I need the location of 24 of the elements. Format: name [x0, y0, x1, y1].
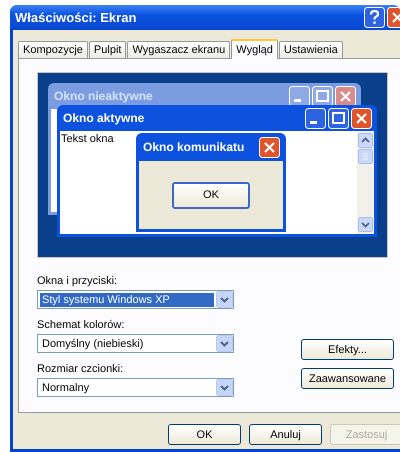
window-title: Okno nieaktywne — [54, 89, 153, 103]
dropdown-value: Normalny — [41, 380, 90, 394]
window-title: Okno komunikatu — [143, 140, 244, 154]
dropdown-value: Domyślny (niebieski) — [41, 336, 144, 350]
dialog-button[interactable]: Anuluj — [249, 424, 322, 445]
tab[interactable]: Kompozycje — [18, 41, 88, 58]
field-label: Rozmiar czcionki: — [37, 363, 124, 375]
dialog-button[interactable]: OK — [168, 424, 241, 445]
tab[interactable]: Wygląd — [231, 39, 278, 59]
window-text: Tekst okna — [60, 132, 115, 147]
field-label: Schemat kolorów: — [37, 319, 126, 331]
dropdown-value: Styl systemu Windows XP — [40, 292, 214, 306]
tab[interactable]: Ustawienia — [278, 41, 343, 58]
dialog-button[interactable]: Efekty... — [301, 339, 394, 360]
field-label: Okna i przyciski: — [37, 275, 118, 287]
dialog-button[interactable]: Zaawansowane — [301, 368, 394, 389]
dropdown[interactable]: Domyślny (niebieski) — [37, 334, 234, 353]
tab[interactable]: Pulpit — [88, 41, 126, 58]
window-title: Okno aktywne — [63, 111, 144, 125]
dropdown[interactable]: Normalny — [37, 378, 234, 397]
window-title: Właściwości: Ekran — [15, 10, 136, 25]
dropdown[interactable]: Styl systemu Windows XP — [37, 290, 234, 309]
tab[interactable]: Wygaszacz ekranu — [127, 41, 230, 58]
ok-button[interactable]: OK — [172, 182, 250, 208]
